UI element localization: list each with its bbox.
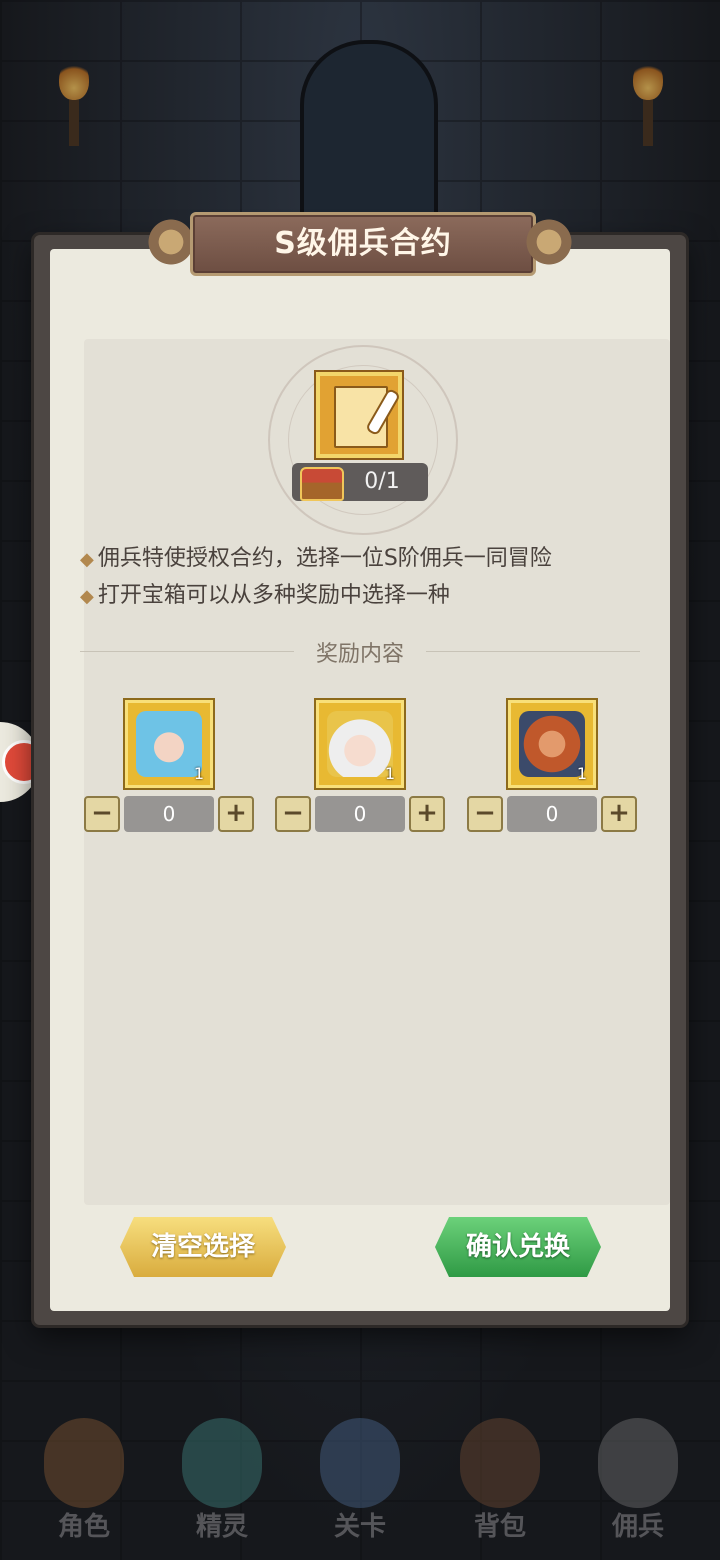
divider xyxy=(80,651,294,652)
arched-window xyxy=(300,40,438,238)
contract-scroll-icon[interactable] xyxy=(316,372,402,458)
reward-portrait[interactable]: 1 xyxy=(508,700,596,788)
increase-button[interactable]: + xyxy=(218,796,254,832)
increase-button[interactable]: + xyxy=(601,796,637,832)
clear-selection-button[interactable]: 清空选择 xyxy=(120,1217,286,1277)
divider xyxy=(426,651,640,652)
treasure-chest-icon xyxy=(300,467,344,501)
reward-quantity: 1 xyxy=(576,764,587,783)
backpack-icon xyxy=(460,1418,540,1508)
nav-item-backpack[interactable]: 背包 xyxy=(440,1400,560,1550)
hero-blue-hair-icon xyxy=(136,711,202,777)
spirit-icon xyxy=(182,1418,262,1508)
ornament-icon xyxy=(518,216,580,268)
reward-portrait[interactable]: 1 xyxy=(316,700,404,788)
nav-label: 关卡 xyxy=(333,1512,386,1542)
mercenary-icon xyxy=(598,1418,678,1508)
reward-item: 1 − 0 + xyxy=(84,700,254,840)
reward-item: 1 − 0 + xyxy=(467,700,637,840)
quantity-stepper-value[interactable]: 0 xyxy=(124,796,214,832)
torch-icon xyxy=(630,60,666,150)
quantity-stepper-value[interactable]: 0 xyxy=(315,796,405,832)
stage-icon xyxy=(320,1418,400,1508)
diamond-bullet-icon: ◆ xyxy=(80,586,94,607)
nav-label: 背包 xyxy=(473,1512,526,1542)
character-icon xyxy=(44,1418,124,1508)
decrease-button[interactable]: − xyxy=(275,796,311,832)
decrease-button[interactable]: − xyxy=(84,796,120,832)
dialog-title-banner: S级佣兵合约 xyxy=(140,210,580,276)
nav-label: 角色 xyxy=(57,1512,110,1542)
bottom-navigation: 角色 精灵 关卡 背包 佣兵 xyxy=(0,1400,720,1560)
torch-icon xyxy=(56,60,92,150)
dialog-title: S级佣兵合约 xyxy=(274,226,452,261)
nav-label: 精灵 xyxy=(195,1512,248,1542)
nav-item-mercenary[interactable]: 佣兵 xyxy=(578,1400,698,1550)
diamond-bullet-icon: ◆ xyxy=(80,549,94,570)
nav-item-spirit[interactable]: 精灵 xyxy=(162,1400,282,1550)
description-line: ◆ 打开宝箱可以从多种奖励中选择一种 xyxy=(80,583,450,608)
title-bar: S级佣兵合约 xyxy=(190,212,536,276)
increase-button[interactable]: + xyxy=(409,796,445,832)
nav-label: 佣兵 xyxy=(611,1512,664,1542)
reward-quantity: 1 xyxy=(384,764,395,783)
reward-quantity: 1 xyxy=(193,764,204,783)
reward-item: 1 − 0 + xyxy=(275,700,445,840)
quantity-stepper-value[interactable]: 0 xyxy=(507,796,597,832)
chest-count: 0/1 xyxy=(364,469,400,494)
description-line: ◆ 佣兵特使授权合约，选择一位S阶佣兵一同冒险 xyxy=(80,546,552,571)
nav-item-character[interactable]: 角色 xyxy=(24,1400,144,1550)
hero-white-hair-icon xyxy=(327,711,393,777)
section-title: 奖励内容 xyxy=(315,642,404,667)
nav-item-stage[interactable]: 关卡 xyxy=(300,1400,420,1550)
decrease-button[interactable]: − xyxy=(467,796,503,832)
hero-bearded-warrior-icon xyxy=(519,711,585,777)
confirm-exchange-button[interactable]: 确认兑换 xyxy=(435,1217,601,1277)
reward-portrait[interactable]: 1 xyxy=(125,700,213,788)
